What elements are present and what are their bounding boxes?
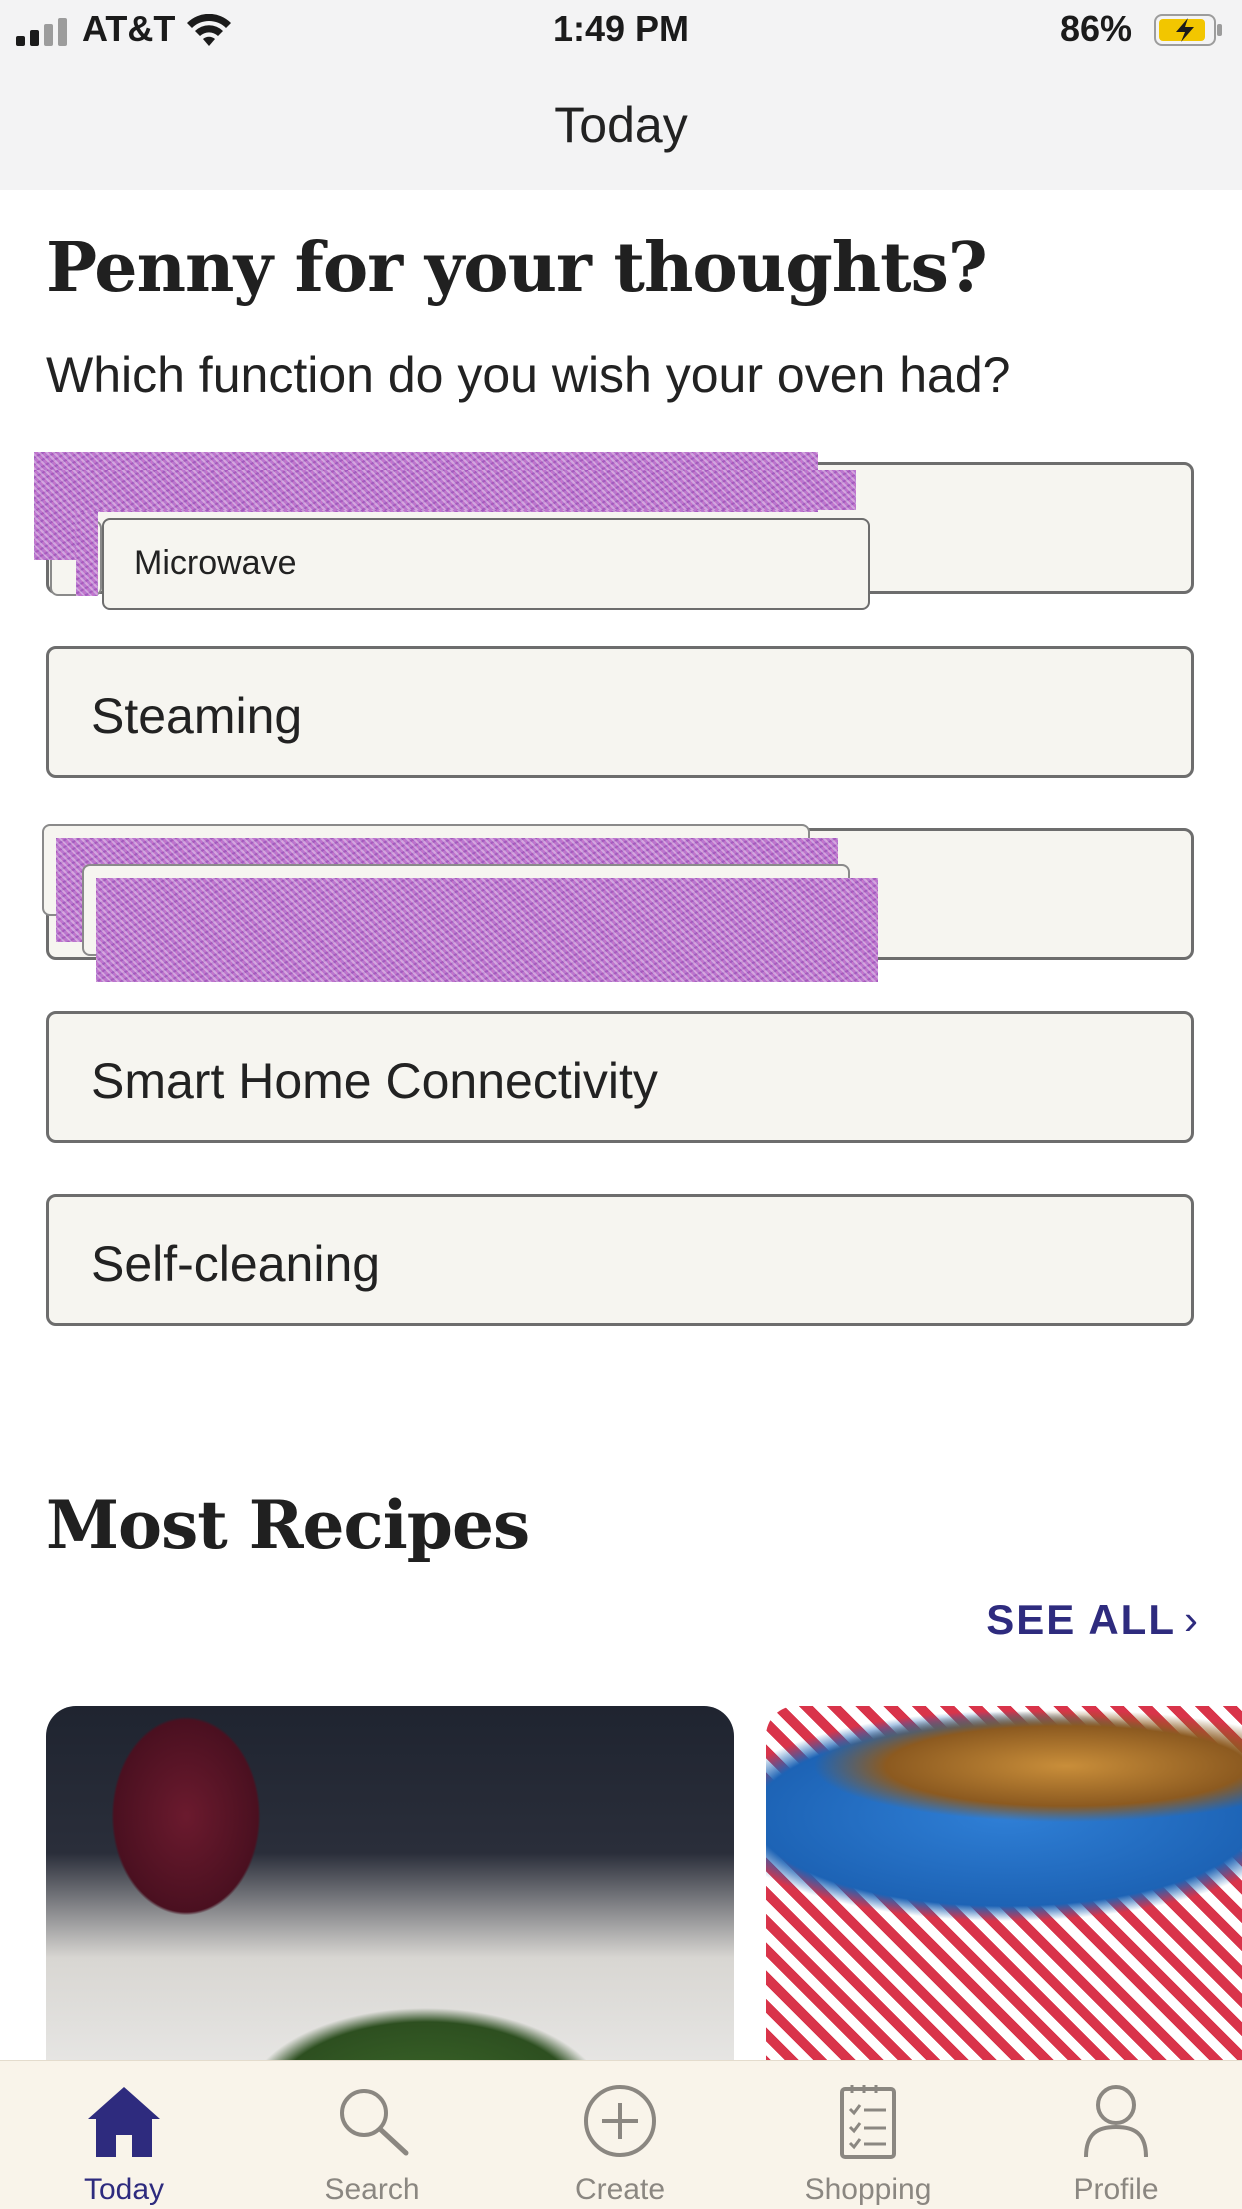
person-icon — [1084, 2085, 1148, 2158]
tab-label: Profile — [1073, 2173, 1159, 2206]
chevron-right-icon: › — [1184, 1596, 1200, 1643]
poll-option-smart-home[interactable]: Smart Home Connectivity — [46, 1011, 1194, 1143]
poll-title: Penny for your thoughts? — [46, 228, 988, 308]
tab-create[interactable]: Create — [520, 2061, 720, 2209]
tab-label: Create — [574, 2173, 666, 2206]
battery-charging-icon — [1154, 14, 1222, 46]
poll-question: Which function do you wish your oven had… — [46, 347, 1011, 403]
section-title-most-recipes: Most Recipes — [46, 1486, 530, 1564]
tab-profile[interactable]: Profile — [1016, 2061, 1216, 2209]
suggestion-popup[interactable]: Microwave — [102, 518, 870, 610]
poll-option-label: Steaming — [91, 688, 303, 744]
tab-bar: Today Search Create Shopping Profile — [0, 2060, 1242, 2209]
tab-shopping[interactable]: Shopping — [768, 2061, 968, 2209]
battery-percentage: 86% — [1059, 8, 1132, 49]
see-all-label: SEE ALL — [986, 1596, 1176, 1643]
home-icon — [88, 2087, 160, 2157]
see-all-link[interactable]: SEE ALL › — [986, 1596, 1200, 1644]
poll-option-label: Smart Home Connectivity — [91, 1053, 658, 1109]
tab-today[interactable]: Today — [24, 2061, 224, 2209]
status-bar: AT&T 1:49 PM 86% — [0, 0, 1242, 60]
redaction-overlay — [34, 470, 856, 510]
clock: 1:49 PM — [552, 8, 690, 49]
page-title: Today — [554, 97, 688, 153]
tab-label: Shopping — [804, 2173, 932, 2206]
nav-bar: Today — [0, 60, 1242, 190]
redaction-overlay — [96, 878, 878, 982]
tab-label: Today — [83, 2173, 165, 2206]
redaction-overlay — [76, 512, 98, 596]
search-icon — [340, 2089, 409, 2156]
tab-search[interactable]: Search — [272, 2061, 472, 2209]
poll-option-steaming[interactable]: Steaming — [46, 646, 1194, 778]
plus-circle-icon — [584, 2085, 656, 2157]
poll-option-self-cleaning[interactable]: Self-cleaning — [46, 1194, 1194, 1326]
suggestion-popup-label: Microwave — [134, 544, 297, 582]
poll-option-label: Self-cleaning — [91, 1236, 381, 1292]
tab-label: Search — [324, 2173, 420, 2206]
checklist-icon — [840, 2085, 896, 2159]
